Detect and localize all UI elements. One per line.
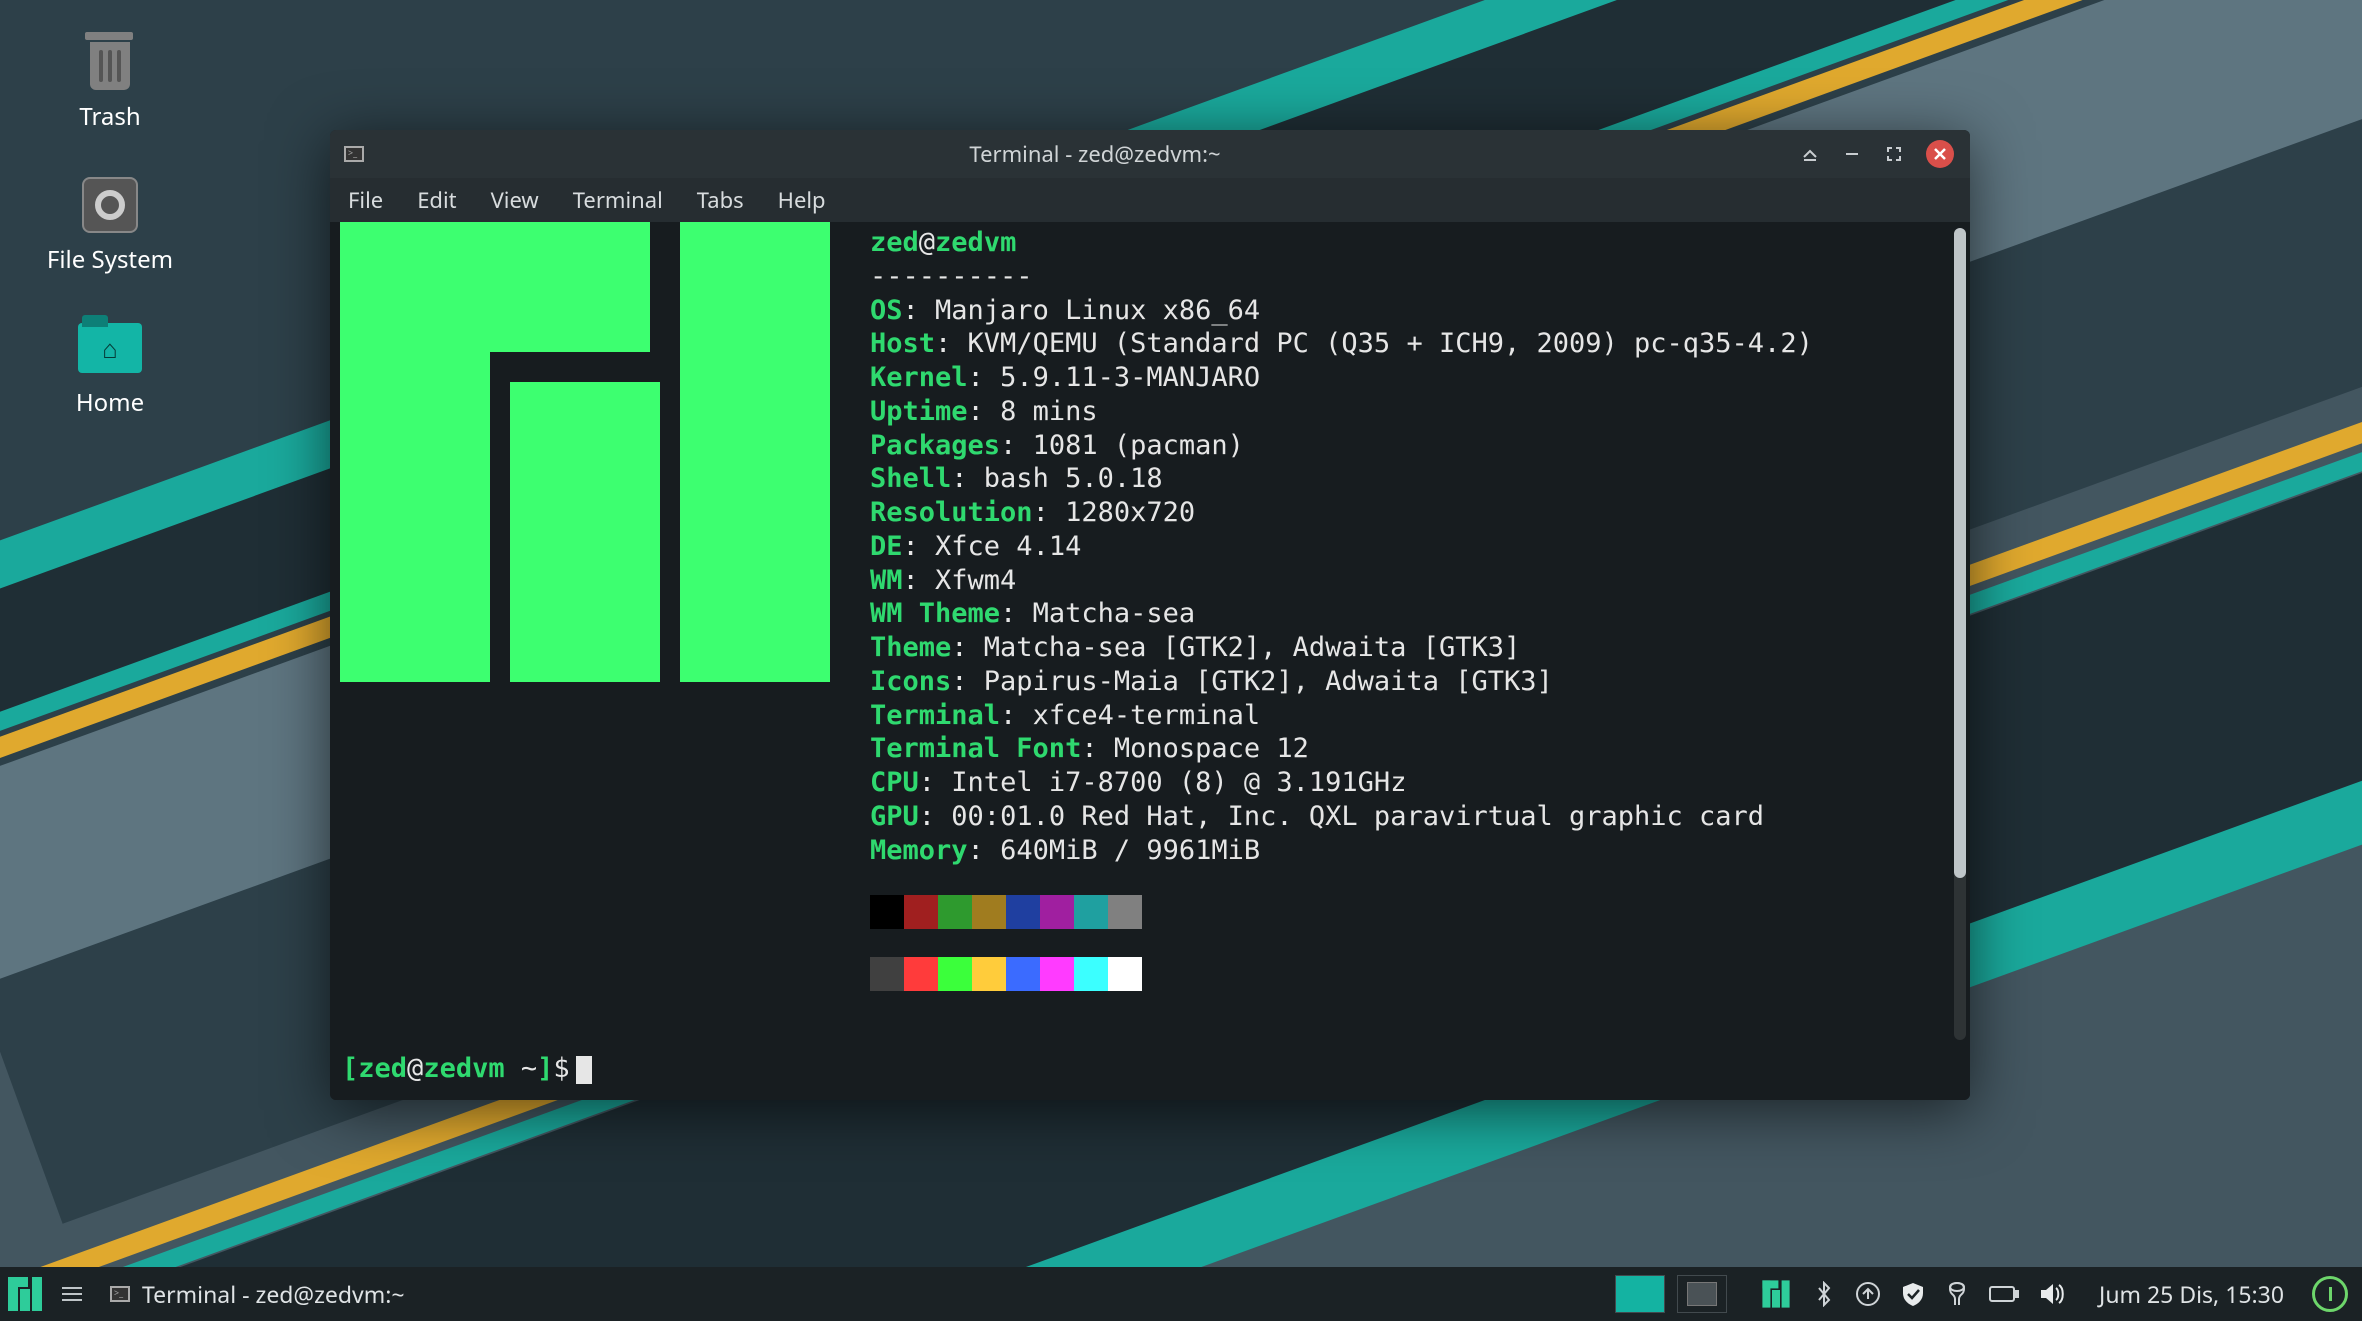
scrollbar-thumb[interactable]: [1954, 228, 1966, 878]
desktop-icon-home[interactable]: ⌂ Home: [30, 316, 190, 419]
terminal-window: Terminal - zed@zedvm:~ File Edit View Te…: [330, 130, 1970, 1100]
tray-manjaro-icon[interactable]: [1759, 1277, 1793, 1311]
terminal-icon: [344, 146, 364, 162]
taskbar: Terminal - zed@zedvm:~ Jum 25 Dis, 15:30: [0, 1267, 2362, 1321]
volume-icon[interactable]: [2039, 1282, 2067, 1306]
workspace-pager: [1601, 1275, 1741, 1313]
minimize-button[interactable]: [1842, 144, 1862, 164]
rollup-button[interactable]: [1800, 144, 1820, 164]
maximize-button[interactable]: [1884, 144, 1904, 164]
battery-icon[interactable]: [1989, 1284, 2019, 1304]
window-titlebar[interactable]: Terminal - zed@zedvm:~: [330, 130, 1970, 178]
menu-file[interactable]: File: [348, 185, 383, 215]
shell-prompt: [zed@zedvm ~]$: [342, 1052, 592, 1086]
workspace-1[interactable]: [1615, 1275, 1665, 1313]
desktop-icon-label: Home: [76, 386, 144, 419]
clipboard-icon[interactable]: [1945, 1281, 1969, 1307]
desktop-icon-label: File System: [47, 243, 173, 276]
system-tray: [1741, 1277, 2085, 1311]
terminal-icon: [110, 1286, 130, 1302]
neofetch-output: zed@zedvm ---------- OS: Manjaro Linux x…: [870, 222, 1956, 1086]
menu-bar: File Edit View Terminal Tabs Help: [330, 178, 1970, 222]
scrollbar[interactable]: [1954, 228, 1966, 1040]
updates-icon[interactable]: [1855, 1281, 1881, 1307]
menu-view[interactable]: View: [491, 185, 539, 215]
desktop-icon-label: Trash: [79, 100, 140, 133]
taskbar-item-label: Terminal - zed@zedvm:~: [142, 1278, 405, 1310]
clock[interactable]: Jum 25 Dis, 15:30: [2085, 1278, 2298, 1310]
home-folder-icon: ⌂: [78, 316, 142, 380]
desktop-icon-trash[interactable]: Trash: [30, 30, 190, 133]
power-button[interactable]: [2312, 1276, 2348, 1312]
menu-edit[interactable]: Edit: [417, 185, 456, 215]
desktop-icon-filesystem[interactable]: File System: [30, 173, 190, 276]
terminal-body[interactable]: zed@zedvm ---------- OS: Manjaro Linux x…: [330, 222, 1970, 1100]
window-title: Terminal - zed@zedvm:~: [390, 139, 1800, 169]
shield-icon[interactable]: [1901, 1281, 1925, 1307]
trash-icon: [78, 30, 142, 94]
bluetooth-icon[interactable]: [1813, 1281, 1835, 1307]
close-button[interactable]: [1926, 140, 1954, 168]
menu-tabs[interactable]: Tabs: [697, 185, 744, 215]
manjaro-icon: [8, 1277, 42, 1311]
workspace-2[interactable]: [1677, 1275, 1727, 1313]
menu-help[interactable]: Help: [778, 185, 826, 215]
manjaro-logo-icon: [340, 222, 830, 682]
start-menu-button[interactable]: [0, 1267, 50, 1321]
menu-terminal[interactable]: Terminal: [573, 185, 663, 215]
text-cursor: [576, 1056, 592, 1084]
taskbar-item-terminal[interactable]: Terminal - zed@zedvm:~: [94, 1267, 421, 1321]
panel-menu-button[interactable]: [50, 1287, 94, 1301]
disk-icon: [78, 173, 142, 237]
